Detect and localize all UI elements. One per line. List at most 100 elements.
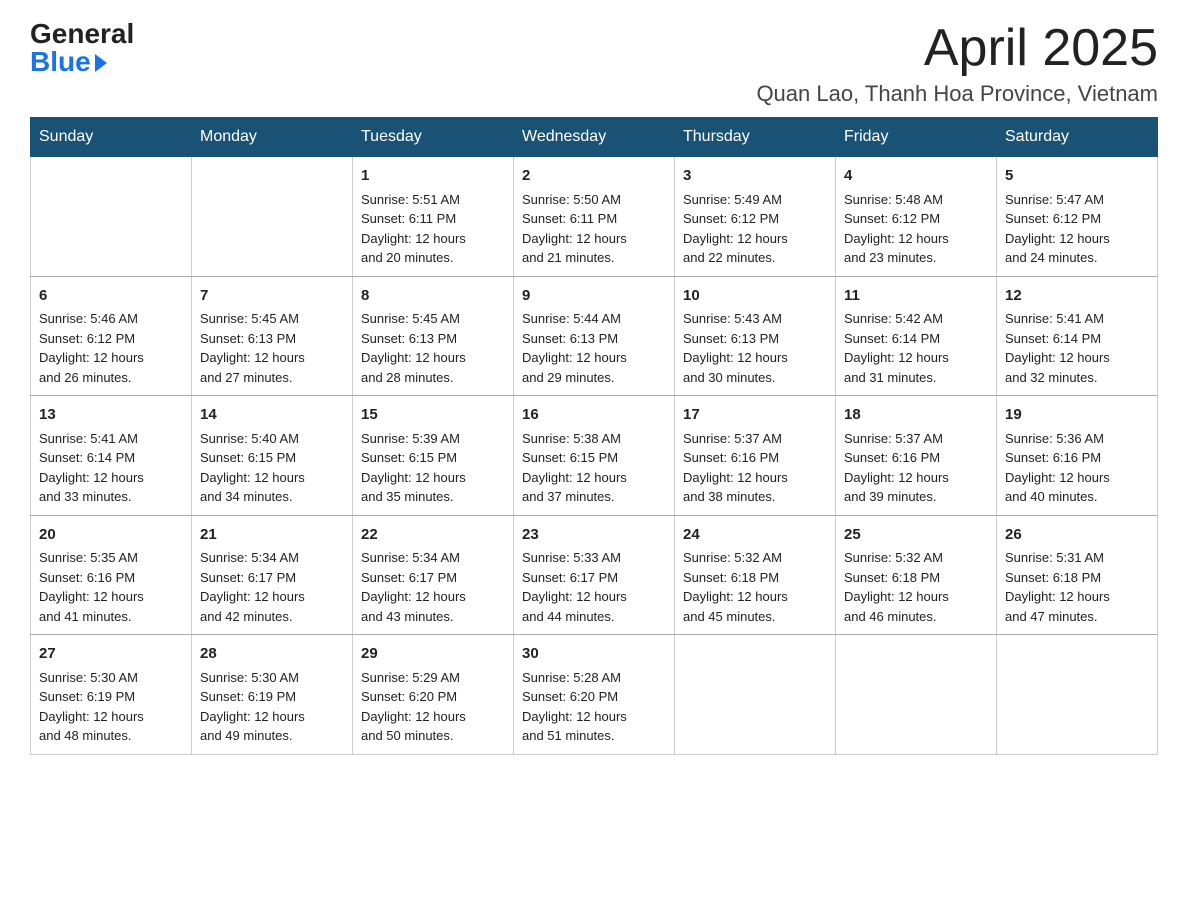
calendar-cell-w3-d3: 15Sunrise: 5:39 AMSunset: 6:15 PMDayligh… [353, 396, 514, 516]
calendar-cell-w5-d6 [836, 635, 997, 755]
calendar-week-3: 13Sunrise: 5:41 AMSunset: 6:14 PMDayligh… [31, 396, 1158, 516]
day-number: 16 [522, 404, 666, 427]
day-info: Sunrise: 5:45 AMSunset: 6:13 PMDaylight:… [200, 309, 344, 387]
day-info: Sunrise: 5:32 AMSunset: 6:18 PMDaylight:… [844, 548, 988, 626]
calendar-cell-w1-d7: 5Sunrise: 5:47 AMSunset: 6:12 PMDaylight… [997, 157, 1158, 277]
day-info: Sunrise: 5:50 AMSunset: 6:11 PMDaylight:… [522, 190, 666, 268]
day-number: 23 [522, 524, 666, 547]
col-monday: Monday [192, 118, 353, 157]
day-number: 17 [683, 404, 827, 427]
day-number: 19 [1005, 404, 1149, 427]
col-wednesday: Wednesday [514, 118, 675, 157]
logo-arrow-icon [95, 54, 107, 72]
day-info: Sunrise: 5:40 AMSunset: 6:15 PMDaylight:… [200, 429, 344, 507]
day-info: Sunrise: 5:38 AMSunset: 6:15 PMDaylight:… [522, 429, 666, 507]
day-info: Sunrise: 5:41 AMSunset: 6:14 PMDaylight:… [1005, 309, 1149, 387]
day-info: Sunrise: 5:45 AMSunset: 6:13 PMDaylight:… [361, 309, 505, 387]
day-info: Sunrise: 5:34 AMSunset: 6:17 PMDaylight:… [200, 548, 344, 626]
calendar-cell-w4-d2: 21Sunrise: 5:34 AMSunset: 6:17 PMDayligh… [192, 515, 353, 635]
day-info: Sunrise: 5:32 AMSunset: 6:18 PMDaylight:… [683, 548, 827, 626]
calendar-week-1: 1Sunrise: 5:51 AMSunset: 6:11 PMDaylight… [31, 157, 1158, 277]
calendar-cell-w1-d4: 2Sunrise: 5:50 AMSunset: 6:11 PMDaylight… [514, 157, 675, 277]
day-info: Sunrise: 5:49 AMSunset: 6:12 PMDaylight:… [683, 190, 827, 268]
calendar-cell-w4-d6: 25Sunrise: 5:32 AMSunset: 6:18 PMDayligh… [836, 515, 997, 635]
month-title: April 2025 [756, 20, 1158, 77]
logo-general-text: General [30, 20, 134, 48]
calendar-body: 1Sunrise: 5:51 AMSunset: 6:11 PMDaylight… [31, 157, 1158, 755]
day-info: Sunrise: 5:47 AMSunset: 6:12 PMDaylight:… [1005, 190, 1149, 268]
calendar-cell-w1-d2 [192, 157, 353, 277]
day-info: Sunrise: 5:43 AMSunset: 6:13 PMDaylight:… [683, 309, 827, 387]
calendar-cell-w2-d1: 6Sunrise: 5:46 AMSunset: 6:12 PMDaylight… [31, 276, 192, 396]
calendar-cell-w2-d5: 10Sunrise: 5:43 AMSunset: 6:13 PMDayligh… [675, 276, 836, 396]
day-info: Sunrise: 5:41 AMSunset: 6:14 PMDaylight:… [39, 429, 183, 507]
calendar-cell-w5-d3: 29Sunrise: 5:29 AMSunset: 6:20 PMDayligh… [353, 635, 514, 755]
day-number: 8 [361, 285, 505, 308]
calendar-cell-w3-d1: 13Sunrise: 5:41 AMSunset: 6:14 PMDayligh… [31, 396, 192, 516]
calendar-cell-w3-d5: 17Sunrise: 5:37 AMSunset: 6:16 PMDayligh… [675, 396, 836, 516]
day-number: 6 [39, 285, 183, 308]
day-number: 27 [39, 643, 183, 666]
calendar-cell-w2-d2: 7Sunrise: 5:45 AMSunset: 6:13 PMDaylight… [192, 276, 353, 396]
title-area: April 2025 Quan Lao, Thanh Hoa Province,… [756, 20, 1158, 107]
calendar-cell-w4-d5: 24Sunrise: 5:32 AMSunset: 6:18 PMDayligh… [675, 515, 836, 635]
day-number: 9 [522, 285, 666, 308]
calendar-cell-w4-d1: 20Sunrise: 5:35 AMSunset: 6:16 PMDayligh… [31, 515, 192, 635]
calendar-cell-w5-d5 [675, 635, 836, 755]
day-number: 2 [522, 165, 666, 188]
calendar-cell-w4-d4: 23Sunrise: 5:33 AMSunset: 6:17 PMDayligh… [514, 515, 675, 635]
col-saturday: Saturday [997, 118, 1158, 157]
calendar-cell-w2-d4: 9Sunrise: 5:44 AMSunset: 6:13 PMDaylight… [514, 276, 675, 396]
day-number: 21 [200, 524, 344, 547]
calendar-week-5: 27 Sunrise: 5:30 AMSunset: 6:19 PMDayligh… [31, 635, 1158, 755]
day-number: 10 [683, 285, 827, 308]
calendar-cell-w5-d4: 30Sunrise: 5:28 AMSunset: 6:20 PMDayligh… [514, 635, 675, 755]
day-info: Sunrise: 5:36 AMSunset: 6:16 PMDaylight:… [1005, 429, 1149, 507]
day-number: 25 [844, 524, 988, 547]
col-tuesday: Tuesday [353, 118, 514, 157]
day-number: 5 [1005, 165, 1149, 188]
logo-blue-text: Blue [30, 48, 91, 76]
day-info: Sunrise: 5:51 AMSunset: 6:11 PMDaylight:… [361, 190, 505, 268]
col-sunday: Sunday [31, 118, 192, 157]
calendar-cell-w4-d3: 22Sunrise: 5:34 AMSunset: 6:17 PMDayligh… [353, 515, 514, 635]
calendar-cell-w5-d7 [997, 635, 1158, 755]
day-number: 1 [361, 165, 505, 188]
calendar-cell-w1-d1 [31, 157, 192, 277]
day-number: 13 [39, 404, 183, 427]
calendar-cell-w3-d6: 18Sunrise: 5:37 AMSunset: 6:16 PMDayligh… [836, 396, 997, 516]
calendar-cell-w4-d7: 26Sunrise: 5:31 AMSunset: 6:18 PMDayligh… [997, 515, 1158, 635]
calendar-header: Sunday Monday Tuesday Wednesday Thursday… [31, 118, 1158, 157]
calendar-week-4: 20Sunrise: 5:35 AMSunset: 6:16 PMDayligh… [31, 515, 1158, 635]
day-info: Sunrise: 5:28 AMSunset: 6:20 PMDaylight:… [522, 668, 666, 746]
calendar-cell-w1-d5: 3Sunrise: 5:49 AMSunset: 6:12 PMDaylight… [675, 157, 836, 277]
day-number: 7 [200, 285, 344, 308]
day-info: Sunrise: 5:37 AMSunset: 6:16 PMDaylight:… [683, 429, 827, 507]
day-info: Sunrise: 5:46 AMSunset: 6:12 PMDaylight:… [39, 309, 183, 387]
day-number: 30 [522, 643, 666, 666]
day-number: 3 [683, 165, 827, 188]
day-number: 24 [683, 524, 827, 547]
calendar-cell-w5-d1: 27Sunrise: 5:30 AMSunset: 6:19 PMDayligh… [31, 635, 192, 755]
day-number: 29 [361, 643, 505, 666]
day-number: 14 [200, 404, 344, 427]
day-number: 15 [361, 404, 505, 427]
day-info: Sunrise: 5:30 AMSunset: 6:19 PMDaylight:… [200, 668, 344, 746]
day-number: 28 [200, 643, 344, 666]
calendar-week-2: 6Sunrise: 5:46 AMSunset: 6:12 PMDaylight… [31, 276, 1158, 396]
day-number: 11 [844, 285, 988, 308]
day-number: 12 [1005, 285, 1149, 308]
day-info: Sunrise: 5:33 AMSunset: 6:17 PMDaylight:… [522, 548, 666, 626]
header-row: Sunday Monday Tuesday Wednesday Thursday… [31, 118, 1158, 157]
day-info: Sunrise: 5:44 AMSunset: 6:13 PMDaylight:… [522, 309, 666, 387]
col-friday: Friday [836, 118, 997, 157]
day-info: Sunrise: 5:39 AMSunset: 6:15 PMDaylight:… [361, 429, 505, 507]
header: General Blue April 2025 Quan Lao, Thanh … [30, 20, 1158, 107]
col-thursday: Thursday [675, 118, 836, 157]
calendar-cell-w1-d6: 4Sunrise: 5:48 AMSunset: 6:12 PMDaylight… [836, 157, 997, 277]
calendar-table: Sunday Monday Tuesday Wednesday Thursday… [30, 117, 1158, 755]
calendar-cell-w5-d2: 28Sunrise: 5:30 AMSunset: 6:19 PMDayligh… [192, 635, 353, 755]
day-info: Sunrise: 5:29 AMSunset: 6:20 PMDaylight:… [361, 668, 505, 746]
day-number: 20 [39, 524, 183, 547]
calendar-cell-w2-d7: 12Sunrise: 5:41 AMSunset: 6:14 PMDayligh… [997, 276, 1158, 396]
